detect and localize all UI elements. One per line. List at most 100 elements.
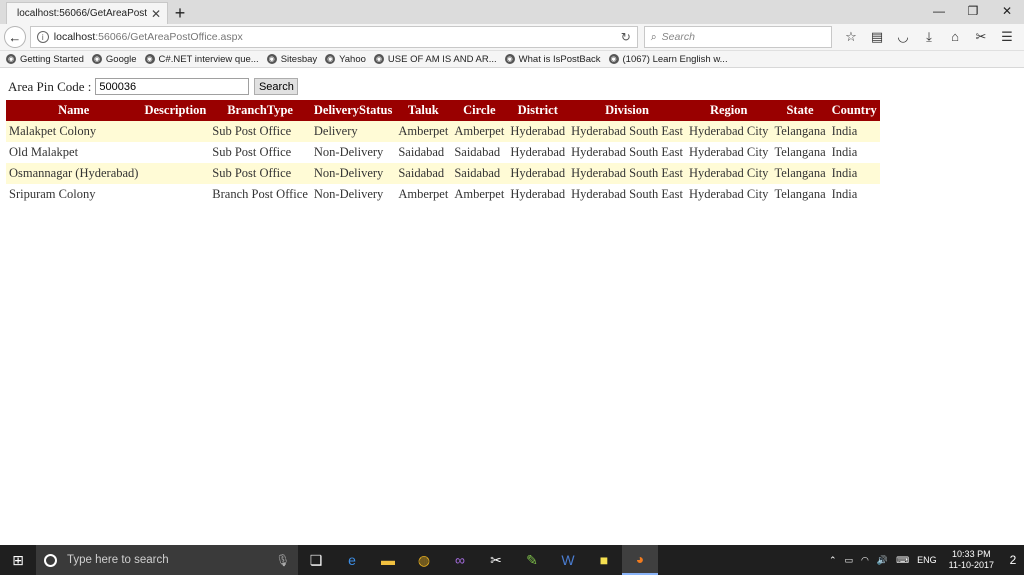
cell-taluk: Amberpet <box>398 187 449 201</box>
cell-taluk: Saidabad <box>395 163 452 184</box>
browser-search-field[interactable]: ⌕ Search <box>643 26 832 48</box>
cell-district: Hyderabad <box>507 121 569 142</box>
globe-icon: ◉ <box>6 54 16 64</box>
globe-icon: ◉ <box>144 54 155 64</box>
back-button[interactable]: ← <box>4 26 26 48</box>
cell-taluk: Amberpet <box>395 121 452 142</box>
file-explorer-icon[interactable]: ▬ <box>370 545 406 575</box>
cell-region: Hyderabad City <box>685 163 772 184</box>
pincode-input[interactable] <box>95 78 250 95</box>
cell-division: Hyderabad South East <box>568 121 686 142</box>
chrome-icon[interactable]: ◍ <box>406 545 442 575</box>
system-tray: ⌃ ▭ ◠ 🔊 ⌨ ENG 10:33 PM 11-10-2017 2 <box>825 545 1024 575</box>
cell-branch-type: Sub Post Office <box>212 145 292 159</box>
home-icon[interactable]: ⌂ <box>942 29 968 45</box>
download-icon[interactable]: ⤓ <box>916 29 942 45</box>
cell-branch-type: Branch Post Office <box>212 187 308 201</box>
cell-delivery-status: Non-Delivery <box>310 163 396 184</box>
task-view-icon[interactable]: ❏ <box>298 545 334 575</box>
keyboard-icon[interactable]: ⌨ <box>896 555 909 566</box>
edge-icon[interactable]: e <box>334 545 370 575</box>
tab-strip: localhost:56066/GetAreaPostOffi ✕ + — ❐ … <box>0 0 1024 24</box>
volume-icon[interactable]: 🔊 <box>877 555 888 566</box>
cell-delivery-status: Non-Delivery <box>313 145 384 159</box>
cell-division: Hyderabad South East <box>571 187 683 201</box>
cell-state: Telangana <box>771 121 829 142</box>
battery-icon[interactable]: ▭ <box>845 555 854 566</box>
clock[interactable]: 10:33 PM 11-10-2017 <box>949 549 994 571</box>
globe-icon: ◉ <box>266 54 277 64</box>
reading-list-icon[interactable]: ▤ <box>864 29 890 45</box>
notepad-icon[interactable]: ✎ <box>514 545 550 575</box>
cell-region: Hyderabad City <box>685 121 772 142</box>
wifi-icon[interactable]: ◠ <box>861 555 869 566</box>
restore-icon[interactable]: ❐ <box>956 0 990 22</box>
visual-studio-icon[interactable]: ∞ <box>442 545 478 575</box>
bookmark-item[interactable]: ◉ Sitesbay <box>266 54 317 65</box>
browser-tab[interactable]: localhost:56066/GetAreaPostOffi ✕ <box>6 2 168 24</box>
pocket-icon[interactable]: ◡ <box>890 29 916 45</box>
snipping-tool-icon[interactable]: ✂ <box>478 545 514 575</box>
pincode-form: Area Pin Code : Search <box>8 78 299 95</box>
cell-state: Telangana <box>774 187 826 201</box>
column-header: State <box>771 100 829 121</box>
windows-start-icon[interactable]: ⊞ <box>0 545 36 575</box>
globe-icon: ◉ <box>373 54 384 64</box>
cell-district: Hyderabad <box>510 187 566 201</box>
notification-count: 2 <box>1009 553 1017 567</box>
search-placeholder: Search <box>661 31 695 43</box>
bookmark-item[interactable]: ◉ USE OF AM IS AND AR... <box>373 54 497 65</box>
extension-icon[interactable]: ✂ <box>968 29 994 45</box>
cell-name: Malakpet Colony <box>6 121 142 142</box>
info-icon[interactable]: i <box>36 31 49 43</box>
taskbar-search[interactable]: Type here to search 🎙 <box>36 545 298 575</box>
bookmark-item[interactable]: ◉ What is IsPostBack <box>504 54 601 65</box>
search-icon: ⌕ <box>650 30 657 43</box>
minimize-icon[interactable]: — <box>922 0 956 22</box>
cell-description <box>141 184 209 205</box>
close-window-icon[interactable]: ✕ <box>990 0 1024 22</box>
cell-circle: Amberpet <box>451 121 508 142</box>
globe-icon: ◉ <box>504 54 515 64</box>
column-header: Description <box>141 100 210 121</box>
bookmark-item[interactable]: ◉ (1067) Learn English w... <box>608 54 728 65</box>
microphone-icon[interactable]: 🎙 <box>275 553 290 567</box>
cell-district: Hyderabad <box>510 145 566 159</box>
tab-title: localhost:56066/GetAreaPostOffi <box>17 8 147 19</box>
cell-division: Hyderabad South East <box>568 163 686 184</box>
table-row: Sripuram Colony Branch Post Office Non-D… <box>6 184 880 205</box>
cell-circle: Saidabad <box>451 163 508 184</box>
column-header: District <box>507 100 569 121</box>
globe-icon: ◉ <box>325 54 336 64</box>
firefox-icon[interactable]: ◕ <box>622 545 658 575</box>
close-tab-icon[interactable]: ✕ <box>151 7 161 21</box>
new-tab-button[interactable]: + <box>168 2 192 24</box>
word-icon[interactable]: W <box>550 545 586 575</box>
window-controls: — ❐ ✕ <box>922 0 1024 22</box>
address-bar[interactable]: i localhost :56066/GetAreaPostOffice.asp… <box>29 26 638 48</box>
cell-region: Hyderabad City <box>688 145 769 159</box>
search-button[interactable]: Search <box>254 78 299 95</box>
bookmark-item[interactable]: ◉ Getting Started <box>6 54 84 65</box>
notification-center-icon[interactable]: 2 <box>1002 553 1024 567</box>
chevron-up-icon[interactable]: ⌃ <box>829 555 837 566</box>
url-host: localhost <box>53 31 96 43</box>
cell-delivery-status: Non-Delivery <box>313 187 384 201</box>
bookmark-star-icon[interactable]: ☆ <box>838 29 864 45</box>
cell-description <box>141 163 210 184</box>
bookmarks-bar: ◉ Getting Started ◉ Google ◉ C#.NET intervi… <box>0 51 1024 68</box>
pincode-label: Area Pin Code : <box>8 78 92 94</box>
reload-icon[interactable]: ↻ <box>621 30 631 44</box>
sticky-notes-icon[interactable]: ■ <box>586 545 622 575</box>
language-indicator[interactable]: ENG <box>917 555 937 565</box>
bookmark-item[interactable]: ◉ C#.NET interview que... <box>144 54 259 65</box>
column-header: Division <box>568 100 686 121</box>
cell-circle: Amberpet <box>454 187 505 201</box>
cortana-icon <box>44 553 57 567</box>
menu-icon[interactable]: ☰ <box>994 29 1020 45</box>
bookmark-item[interactable]: ◉ Yahoo <box>325 54 366 65</box>
toolbar-icons: ☆ ▤ ◡ ⤓ ⌂ ✂ ☰ <box>838 29 1020 45</box>
clock-time: 10:33 PM <box>952 549 991 559</box>
cell-description <box>141 142 209 163</box>
bookmark-item[interactable]: ◉ Google <box>91 54 137 65</box>
